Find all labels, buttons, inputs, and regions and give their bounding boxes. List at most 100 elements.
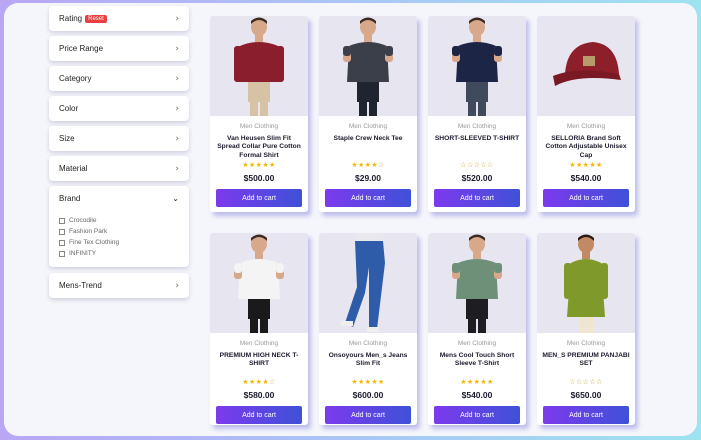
filter-label: Color xyxy=(59,104,79,113)
product-title[interactable]: SHORT-SLEEVED T-SHIRT xyxy=(428,135,526,161)
add-to-cart-button[interactable]: Add to cart xyxy=(325,406,411,424)
star-empty-icon: ☆ xyxy=(596,378,603,386)
product-image[interactable] xyxy=(537,16,635,116)
star-filled-icon: ★ xyxy=(575,161,583,169)
product-card[interactable]: Men Clothing Staple Crew Neck Tee ★★★★☆ $29… xyxy=(319,16,417,212)
brand-option[interactable]: INFINITY xyxy=(59,248,179,259)
product-price: $540.00 xyxy=(570,173,602,183)
star-rating: ★★★★★ xyxy=(428,378,526,387)
product-category: Men Clothing xyxy=(239,123,279,130)
star-filled-icon: ★ xyxy=(378,378,385,386)
reset-badge[interactable]: Reset xyxy=(85,15,107,23)
checkbox[interactable] xyxy=(59,217,65,224)
product-image[interactable] xyxy=(210,233,308,333)
product-title[interactable]: SELLORIA Brand Soft Cotton Adjustable Un… xyxy=(537,135,635,161)
product-image[interactable] xyxy=(428,233,526,333)
star-empty-icon: ☆ xyxy=(378,161,385,169)
brand-option[interactable]: Crocodile xyxy=(59,215,179,226)
product-title[interactable]: Onsoyours Men_s Jeans Slim Fit xyxy=(319,352,417,378)
star-filled-icon: ★ xyxy=(460,378,467,386)
brand-option[interactable]: Fine Tex Clothing xyxy=(59,237,179,248)
filter-price-range[interactable]: Price Range › xyxy=(49,36,189,61)
brand-option[interactable]: Fashion Park xyxy=(59,226,179,237)
product-category: Men Clothing xyxy=(457,340,497,347)
product-card[interactable]: Men Clothing MEN_S PREMIUM PANJABI SET ☆☆☆… xyxy=(537,233,635,425)
product-title[interactable]: Mens Cool Touch Short Sleeve T-Shirt xyxy=(428,352,526,378)
add-to-cart-button[interactable]: Add to cart xyxy=(543,189,629,207)
filter-rating[interactable]: Rating Reset › xyxy=(49,6,189,31)
filter-mens-trend[interactable]: Mens-Trend › xyxy=(49,273,189,298)
checkbox[interactable] xyxy=(59,250,65,257)
brand-options: Crocodile Fashion Park Fine Tex Clothing… xyxy=(49,211,189,259)
checkbox[interactable] xyxy=(59,228,65,235)
product-price: $580.00 xyxy=(243,390,275,400)
product-price: $500.00 xyxy=(243,173,275,183)
product-card[interactable]: Men Clothing SELLORIA Brand Soft Cotton A… xyxy=(537,16,635,212)
product-image[interactable] xyxy=(319,233,417,333)
product-title[interactable]: PREMIUM HIGH NECK T-SHIRT xyxy=(210,352,308,378)
star-filled-icon: ★ xyxy=(269,161,276,169)
star-rating: ★★★★☆ xyxy=(210,378,308,387)
star-filled-icon: ★ xyxy=(357,161,365,169)
star-empty-icon: ☆ xyxy=(569,378,576,386)
add-to-cart-button[interactable]: Add to cart xyxy=(434,189,520,207)
product-price: $600.00 xyxy=(352,390,384,400)
add-to-cart-button[interactable]: Add to cart xyxy=(216,189,302,207)
star-rating: ★★★★☆ xyxy=(319,161,417,170)
checkbox[interactable] xyxy=(59,239,65,246)
brand-option-label: INFINITY xyxy=(69,250,97,257)
add-to-cart-button[interactable]: Add to cart xyxy=(543,406,629,424)
product-title[interactable]: Staple Crew Neck Tee xyxy=(319,135,417,161)
add-to-cart-button[interactable]: Add to cart xyxy=(325,189,411,207)
product-image[interactable] xyxy=(319,16,417,116)
product-category: Men Clothing xyxy=(239,340,279,347)
chevron-right-icon: › xyxy=(175,43,179,54)
product-card[interactable]: Men Clothing PREMIUM HIGH NECK T-SHIRT ★★★… xyxy=(210,233,308,425)
star-empty-icon: ☆ xyxy=(487,161,494,169)
filter-label: Size xyxy=(59,134,75,143)
star-empty-icon: ☆ xyxy=(575,378,583,386)
star-filled-icon: ★ xyxy=(248,161,256,169)
filter-size[interactable]: Size › xyxy=(49,126,189,151)
star-filled-icon: ★ xyxy=(487,378,494,386)
product-category: Men Clothing xyxy=(348,340,388,347)
product-image[interactable] xyxy=(428,16,526,116)
product-category: Men Clothing xyxy=(457,123,497,130)
product-title[interactable]: MEN_S PREMIUM PANJABI SET xyxy=(537,352,635,378)
product-card[interactable]: Men Clothing Onsoyours Men_s Jeans Slim F… xyxy=(319,233,417,425)
filter-sidebar: Rating Reset › Price Range › Category › C… xyxy=(49,6,189,303)
chevron-down-icon: ⌄ xyxy=(172,194,179,203)
product-title[interactable]: Van Heusen Slim Fit Spread Collar Pure C… xyxy=(210,135,308,161)
filter-material[interactable]: Material › xyxy=(49,156,189,181)
star-filled-icon: ★ xyxy=(569,161,576,169)
brand-option-label: Crocodile xyxy=(69,217,97,224)
filter-label: Material xyxy=(59,164,88,173)
product-category: Men Clothing xyxy=(566,340,606,347)
star-filled-icon: ★ xyxy=(242,378,249,386)
filter-category[interactable]: Category › xyxy=(49,66,189,91)
add-to-cart-button[interactable]: Add to cart xyxy=(434,406,520,424)
filter-color[interactable]: Color › xyxy=(49,96,189,121)
filter-brand: Brand ⌄ Crocodile Fashion Park Fine Tex … xyxy=(49,186,189,267)
product-image[interactable] xyxy=(210,16,308,116)
product-card[interactable]: Men Clothing SHORT-SLEEVED T-SHIRT ☆☆☆☆☆ $5… xyxy=(428,16,526,212)
add-to-cart-button[interactable]: Add to cart xyxy=(216,406,302,424)
star-rating: ★★★★★ xyxy=(537,161,635,170)
product-card[interactable]: Men Clothing Mens Cool Touch Short Sleeve… xyxy=(428,233,526,425)
filter-brand-header[interactable]: Brand ⌄ xyxy=(49,186,189,211)
star-empty-icon: ☆ xyxy=(269,378,276,386)
brand-option-label: Fine Tex Clothing xyxy=(69,239,120,246)
star-rating: ☆☆☆☆☆ xyxy=(428,161,526,170)
star-rating: ★★★★★ xyxy=(319,378,417,387)
chevron-right-icon: › xyxy=(175,13,179,24)
product-price: $29.00 xyxy=(355,173,381,183)
chevron-right-icon: › xyxy=(175,163,179,174)
product-image[interactable] xyxy=(537,233,635,333)
star-empty-icon: ☆ xyxy=(460,161,467,169)
star-filled-icon: ★ xyxy=(242,161,249,169)
filter-label: Category xyxy=(59,74,92,83)
product-card[interactable]: Men Clothing Van Heusen Slim Fit Spread C… xyxy=(210,16,308,212)
star-filled-icon: ★ xyxy=(248,378,256,386)
product-price: $650.00 xyxy=(570,390,602,400)
product-price: $540.00 xyxy=(461,390,493,400)
